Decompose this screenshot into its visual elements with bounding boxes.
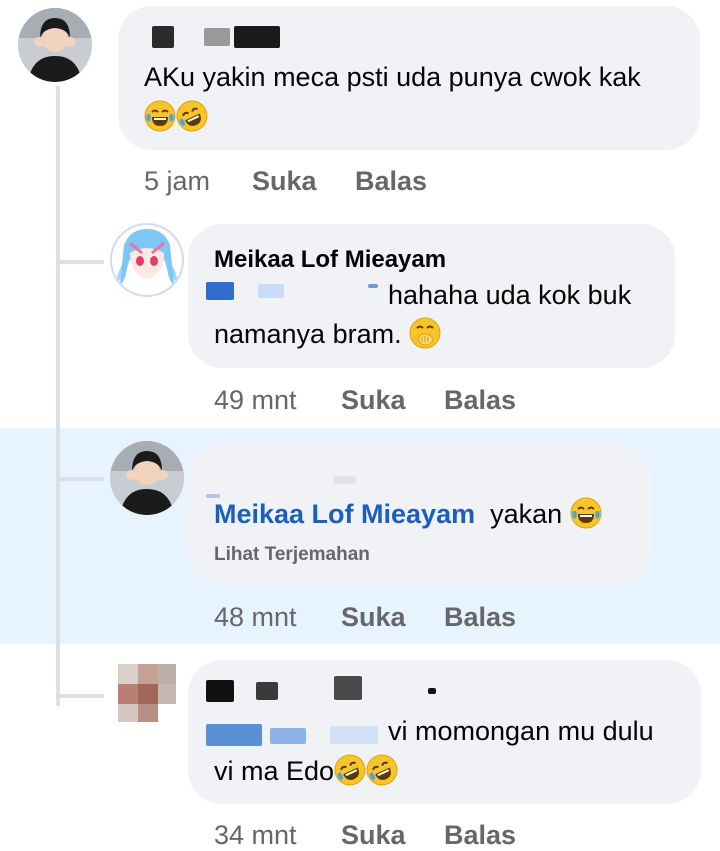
- avatar[interactable]: [110, 223, 184, 297]
- comment-text-line-2: vi ma Edo: [214, 752, 398, 791]
- avatar[interactable]: [18, 8, 92, 82]
- redacted-mention: [368, 284, 378, 288]
- comment-text: Meikaa Lof Mieayam yakan: [214, 495, 602, 534]
- comment-text: AKu yakin meca psti uda punya cwok kak: [144, 62, 641, 92]
- comment-meta: 34 mnt Suka Balas: [214, 820, 516, 851]
- comment-text-line-2: namanya bram.: [214, 315, 441, 354]
- like-button[interactable]: Suka: [341, 820, 444, 851]
- comment-time: 34 mnt: [214, 820, 297, 850]
- redacted-author-name: [206, 680, 234, 702]
- rolling-laughing-emoji-icon: [176, 100, 208, 132]
- reply-button[interactable]: Balas: [444, 602, 516, 633]
- like-button[interactable]: Suka: [341, 602, 444, 633]
- comment-text: hahaha uda kok buk: [388, 280, 632, 310]
- redacted-author-name: [152, 26, 174, 48]
- redacted-author-name: [334, 476, 356, 484]
- redacted-mention: [258, 284, 284, 298]
- redacted-author-name: [334, 676, 362, 700]
- redacted-author-name: [428, 688, 436, 694]
- laughing-tears-emoji-icon: [570, 497, 602, 529]
- like-button[interactable]: Suka: [341, 385, 444, 416]
- like-button[interactable]: Suka: [252, 166, 355, 197]
- avatar[interactable]: [110, 441, 184, 515]
- rolling-laughing-emoji-icon: [334, 754, 366, 786]
- see-translation-link[interactable]: Lihat Terjemahan: [214, 544, 370, 566]
- redacted-mention: [270, 728, 306, 744]
- redacted-author-name: [256, 682, 278, 700]
- hand-over-mouth-emoji-icon: [409, 317, 441, 349]
- redacted-mention: [206, 724, 262, 746]
- redacted-author-name: [234, 26, 280, 48]
- thread-connector-reply-3: [56, 694, 104, 698]
- reply-button[interactable]: Balas: [444, 385, 516, 416]
- avatar[interactable]: [108, 650, 182, 724]
- rolling-laughing-emoji-icon: [366, 754, 398, 786]
- thread-connector-reply-1: [56, 260, 104, 264]
- mention-link[interactable]: Meikaa Lof Mieayam: [214, 499, 475, 529]
- comment-meta: 5 jam Suka Balas: [144, 166, 427, 197]
- comment-meta: 49 mnt Suka Balas: [214, 385, 516, 416]
- reply-button[interactable]: Balas: [355, 166, 427, 197]
- reply-button[interactable]: Balas: [444, 820, 516, 851]
- comment-meta: 48 mnt Suka Balas: [214, 602, 516, 633]
- comment-time: 49 mnt: [214, 385, 297, 415]
- comment-time: 5 jam: [144, 166, 211, 196]
- redacted-mention: [206, 282, 234, 300]
- laughing-tears-emoji-icon: [144, 100, 176, 132]
- thread-line-main: [56, 86, 60, 706]
- comment-text: vi momongan mu dulu: [388, 716, 654, 746]
- comment-emojis: [144, 98, 208, 137]
- comment-author[interactable]: Meikaa Lof Mieayam: [214, 246, 446, 274]
- thread-connector-reply-2: [56, 477, 104, 481]
- comment-time: 48 mnt: [214, 602, 297, 632]
- redacted-author-name: [204, 28, 230, 46]
- redacted-mention: [330, 726, 378, 744]
